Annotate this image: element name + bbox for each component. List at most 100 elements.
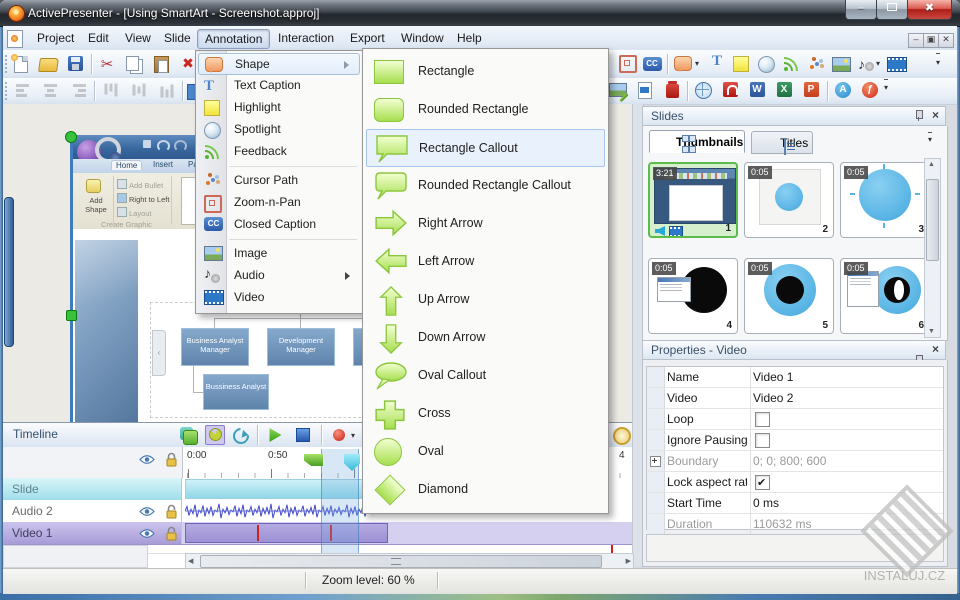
shape-dropdown[interactable]: ▾ — [695, 53, 699, 75]
title-bar[interactable]: ActivePresenter - [Using SmartArt - Scre… — [0, 0, 960, 27]
timeline-clock-icon[interactable] — [613, 427, 631, 445]
menu-item-highlight[interactable]: Highlight — [198, 97, 360, 119]
export-powerpoint-button[interactable]: P — [800, 79, 822, 101]
menu-item-shape[interactable]: Shape — [198, 53, 360, 75]
scroll-thumb[interactable] — [926, 179, 939, 261]
snap-button[interactable] — [179, 425, 199, 445]
menu-item-text-caption[interactable]: T Text Caption — [198, 75, 360, 97]
maximize-button[interactable] — [876, 0, 908, 20]
export-excel-button[interactable]: X — [773, 79, 795, 101]
property-row-duration[interactable]: Duration110632 ms — [647, 514, 943, 534]
submenu-item-rounded-rectangle-callout[interactable]: Rounded Rectangle Callout — [366, 167, 605, 205]
canvas-vertical-scrollbar[interactable] — [4, 197, 14, 347]
slides-panel-header[interactable]: Slides — [642, 106, 946, 126]
edit-video-button[interactable] — [634, 79, 656, 101]
open-button[interactable] — [37, 53, 59, 75]
scroll-up-arrow[interactable]: ▲ — [925, 161, 938, 168]
menu-item-spotlight[interactable]: Spotlight — [198, 119, 360, 141]
align-bottom-button[interactable] — [156, 80, 178, 102]
edit-image-button[interactable] — [607, 79, 629, 101]
unlock-icon[interactable] — [165, 526, 178, 541]
feedback-button[interactable] — [780, 53, 802, 75]
record-button[interactable] — [329, 425, 349, 445]
track-slide-namecell[interactable]: Slide — [3, 478, 182, 500]
save-button[interactable] — [64, 53, 86, 75]
menu-slide[interactable]: Slide — [157, 29, 198, 47]
slide-thumbnail-6[interactable]: 0:05 6 — [840, 258, 930, 334]
export-html-button[interactable] — [692, 79, 714, 101]
submenu-item-rounded-rectangle[interactable]: Rounded Rectangle — [366, 91, 605, 129]
loop-button[interactable] — [231, 425, 251, 445]
selection-handle-topleft[interactable] — [65, 131, 77, 143]
scroll-thumb[interactable] — [200, 555, 602, 568]
track-audio2-namecell[interactable]: Audio 2 — [3, 500, 182, 522]
spotlight-button[interactable] — [755, 53, 777, 75]
submenu-item-rectangle-callout[interactable]: Rectangle Callout — [366, 129, 605, 167]
highlight-button[interactable] — [730, 53, 752, 75]
property-value[interactable]: Video 2 — [753, 388, 793, 408]
cursor-path-button[interactable] — [805, 53, 827, 75]
slides-scrollbar[interactable]: ▲ ▼ — [924, 158, 941, 338]
toolbar-grip[interactable] — [5, 82, 10, 100]
zoom-n-pan-button[interactable] — [617, 53, 639, 75]
align-left-button[interactable] — [12, 80, 34, 102]
video-button[interactable] — [886, 53, 908, 75]
play-button[interactable] — [265, 425, 285, 445]
mdi-minimize-button[interactable]: – — [908, 33, 924, 48]
menu-window[interactable]: Window — [394, 29, 451, 47]
close-panel-icon[interactable]: × — [932, 344, 939, 355]
text-caption-button[interactable]: T — [706, 53, 728, 75]
tab-titles[interactable]: Titles — [751, 131, 813, 154]
audio-dropdown[interactable]: ▾ — [876, 53, 880, 75]
export-word-button[interactable]: W — [746, 79, 768, 101]
close-button[interactable]: ✖ — [907, 0, 952, 20]
property-value[interactable]: Video 1 — [753, 367, 793, 387]
expand-icon[interactable] — [650, 456, 661, 467]
eye-icon[interactable] — [139, 506, 155, 517]
property-row-lock-aspect[interactable]: Lock aspect ratio — [647, 472, 943, 493]
tab-thumbnails[interactable]: Thumbnails — [649, 130, 745, 153]
audio-button[interactable]: ♪ — [855, 53, 877, 75]
property-value[interactable]: 0 ms — [753, 493, 779, 513]
close-panel-icon[interactable]: × — [932, 110, 939, 121]
mdi-restore-button[interactable]: ▣ — [923, 33, 939, 48]
slide-thumbnail-2[interactable]: 0:05 2 — [744, 162, 834, 238]
export-button[interactable] — [661, 79, 683, 101]
align-center-button[interactable] — [40, 80, 62, 102]
closed-caption-button[interactable]: CC — [641, 53, 663, 75]
menu-item-image[interactable]: Image — [198, 243, 360, 265]
submenu-item-oval[interactable]: Oval — [366, 433, 605, 471]
pin-icon[interactable] — [914, 110, 923, 121]
slide-thumbnail-4[interactable]: 0:05 4 — [648, 258, 738, 334]
menu-help[interactable]: Help — [450, 29, 489, 47]
export-pdf-button[interactable] — [719, 79, 741, 101]
menu-export[interactable]: Export — [343, 29, 392, 47]
lock-icon[interactable] — [165, 452, 178, 467]
menu-project[interactable]: Project — [30, 29, 81, 47]
shape-button[interactable] — [672, 53, 694, 75]
paste-button[interactable] — [150, 53, 172, 75]
menu-item-cursor-path[interactable]: Cursor Path — [198, 170, 360, 192]
submenu-item-down-arrow[interactable]: Down Arrow — [366, 319, 605, 357]
property-row-loop[interactable]: Loop — [647, 409, 943, 430]
flash-export-button[interactable]: ƒ — [859, 79, 881, 101]
menu-item-zoom-n-pan[interactable]: Zoom-n-Pan — [198, 192, 360, 214]
slide-thumbnail-3[interactable]: 0:05 3 — [840, 162, 930, 238]
track-video1-namecell[interactable]: Video 1 — [3, 522, 182, 544]
edit-mode-button[interactable] — [205, 425, 225, 445]
menu-view[interactable]: View — [118, 29, 158, 47]
menu-interaction[interactable]: Interaction — [271, 29, 341, 47]
track-video1[interactable]: Video 1 — [3, 522, 632, 545]
property-row-start-time[interactable]: Start Time0 ms — [647, 493, 943, 514]
scroll-left-arrow[interactable]: ◀ — [188, 557, 193, 565]
cut-button[interactable]: ✂ — [96, 53, 118, 75]
properties-panel-header[interactable]: Properties - Video — [642, 340, 946, 360]
loop-checkbox[interactable] — [755, 412, 770, 427]
submenu-item-left-arrow[interactable]: Left Arrow — [366, 243, 605, 281]
ignore-pausing-checkbox[interactable] — [755, 433, 770, 448]
stop-button[interactable] — [293, 425, 313, 445]
minimize-button[interactable]: – — [845, 0, 877, 20]
eye-icon[interactable] — [139, 528, 155, 539]
scroll-right-arrow[interactable]: ▶ — [626, 557, 631, 565]
selection-handle-midleft[interactable] — [66, 310, 77, 321]
